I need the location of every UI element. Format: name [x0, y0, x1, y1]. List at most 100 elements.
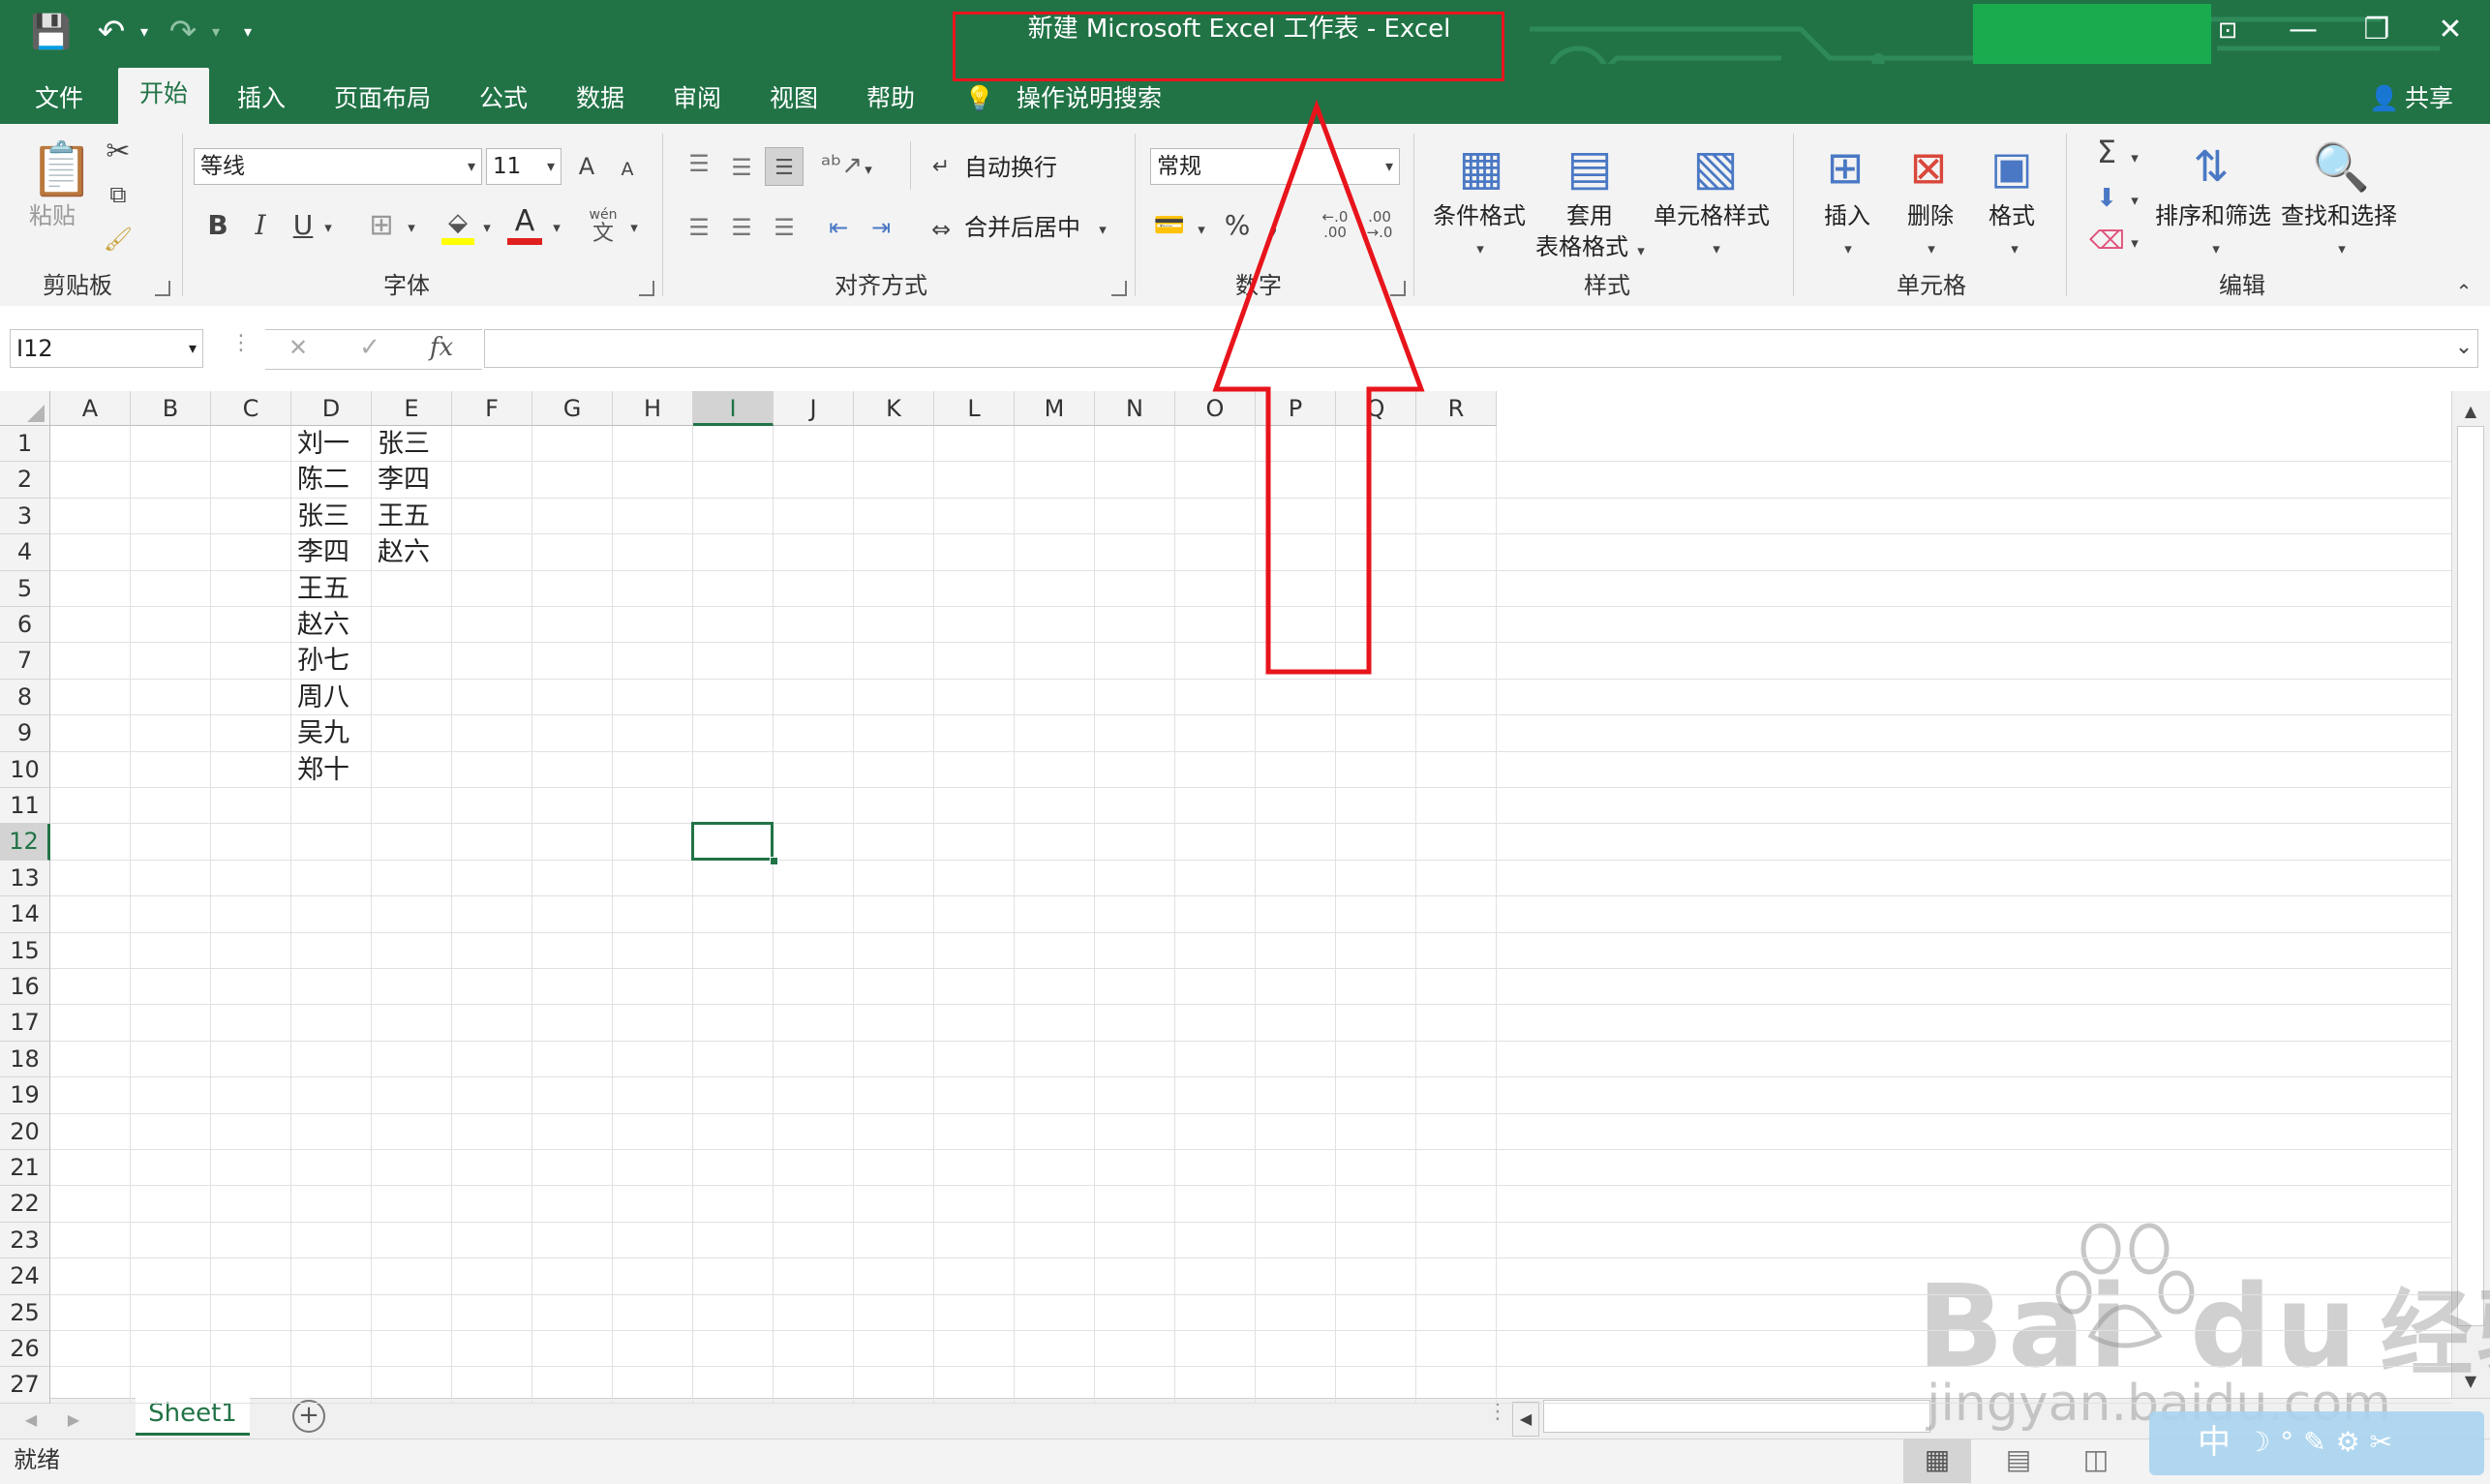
merge-center-button[interactable]: 合并后居中 [964, 213, 1080, 242]
cell-styles-icon[interactable]: ▧ [1685, 136, 1746, 199]
column-header-k[interactable]: K [854, 391, 934, 426]
insert-cells-icon[interactable]: ⊞ [1816, 136, 1874, 199]
autosum-icon[interactable]: Σ [2089, 136, 2124, 168]
redo-dropdown-icon[interactable]: ▾ [205, 10, 227, 54]
row-header-20[interactable]: 20 [0, 1114, 50, 1150]
cut-icon[interactable]: ✂ [101, 136, 136, 168]
column-header-m[interactable]: M [1015, 391, 1095, 426]
minimize-button[interactable]: — [2269, 8, 2337, 52]
collapse-ribbon-icon[interactable]: ⌃ [2449, 275, 2478, 308]
ime-mode-label[interactable]: 中 [2198, 1417, 2231, 1468]
delete-cells-button[interactable]: 删除 [1907, 201, 1954, 230]
italic-button[interactable]: I [246, 209, 275, 242]
column-header-g[interactable]: G [532, 391, 613, 426]
cell-e3[interactable]: 王五 [378, 499, 430, 534]
row-header-6[interactable]: 6 [0, 607, 50, 643]
align-left-icon[interactable]: ☰ [682, 211, 716, 244]
column-header-d[interactable]: D [291, 391, 372, 426]
cell-d2[interactable]: 陈二 [297, 462, 349, 498]
row-header-14[interactable]: 14 [0, 896, 50, 932]
font-name-combo[interactable]: 等线▾ [194, 148, 482, 185]
tab-insert[interactable]: 插入 [223, 76, 300, 122]
grow-font-icon[interactable]: A [573, 150, 600, 183]
prev-sheet-icon[interactable]: ◀ [19, 1404, 43, 1437]
normal-view-icon[interactable]: ▦ [1903, 1439, 1971, 1483]
merge-center-icon[interactable]: ⇔ [927, 213, 955, 246]
fill-color-icon[interactable]: ⬙ [441, 211, 474, 240]
cell-e2[interactable]: 李四 [378, 462, 430, 498]
align-center-icon[interactable]: ☰ [724, 211, 759, 244]
copy-icon[interactable]: ⧉ [101, 178, 136, 211]
row-header-3[interactable]: 3 [0, 499, 50, 534]
page-break-view-icon[interactable]: ◫ [2062, 1439, 2130, 1483]
bold-button[interactable]: B [203, 209, 232, 242]
orientation-dropdown-icon[interactable]: ▾ [860, 153, 877, 186]
format-painter-icon[interactable]: 🖌 [101, 223, 136, 256]
wrap-text-button[interactable]: 自动换行 [964, 153, 1057, 182]
clear-icon[interactable]: ⌫ [2089, 225, 2124, 257]
format-cells-icon[interactable]: ▣ [1983, 136, 2041, 199]
undo-dropdown-icon[interactable]: ▾ [134, 10, 155, 54]
column-header-n[interactable]: N [1095, 391, 1175, 426]
delete-cells-icon[interactable]: ⊠ [1899, 136, 1958, 199]
row-header-9[interactable]: 9 [0, 715, 50, 751]
border-icon[interactable]: ⊞ [362, 209, 401, 242]
cell-styles-dropdown-icon[interactable]: ▾ [1708, 232, 1725, 265]
next-sheet-icon[interactable]: ▶ [62, 1404, 85, 1437]
column-header-h[interactable]: H [613, 391, 693, 426]
sort-dropdown-icon[interactable]: ▾ [2207, 232, 2225, 265]
row-header-16[interactable]: 16 [0, 969, 50, 1005]
row-header-5[interactable]: 5 [0, 571, 50, 607]
tab-view[interactable]: 视图 [755, 76, 833, 122]
font-size-combo[interactable]: 11▾ [486, 148, 562, 185]
column-header-a[interactable]: A [50, 391, 131, 426]
format-as-table-icon[interactable]: ▤ [1559, 136, 1621, 199]
tab-formulas[interactable]: 公式 [465, 76, 542, 122]
merge-dropdown-icon[interactable]: ▾ [1094, 213, 1111, 246]
row-header-26[interactable]: 26 [0, 1331, 50, 1367]
find-select-button[interactable]: 查找和选择 [2281, 201, 2397, 230]
tab-data[interactable]: 数据 [562, 76, 639, 122]
redo-icon[interactable]: ↷ [161, 10, 205, 54]
row-header-10[interactable]: 10 [0, 752, 50, 788]
shrink-font-icon[interactable]: A [614, 153, 641, 186]
border-dropdown-icon[interactable]: ▾ [403, 211, 420, 244]
horizontal-scroll-thumb[interactable] [1543, 1400, 1930, 1433]
accounting-dropdown-icon[interactable]: ▾ [1193, 213, 1210, 246]
column-header-i[interactable]: I [693, 391, 774, 426]
format-table-dropdown-icon[interactable]: ▾ [1632, 234, 1650, 267]
tab-help[interactable]: 帮助 [852, 76, 929, 122]
align-bottom-icon[interactable]: ☰ [765, 147, 804, 186]
row-header-17[interactable]: 17 [0, 1005, 50, 1041]
sheet-tab-sheet1[interactable]: Sheet1 [136, 1394, 250, 1436]
insert-cells-button[interactable]: 插入 [1824, 201, 1870, 230]
conditional-format-button[interactable]: 条件格式 [1433, 201, 1526, 230]
cancel-formula-icon[interactable]: ✕ [281, 331, 316, 364]
page-layout-view-icon[interactable]: ▤ [1985, 1439, 2052, 1483]
row-header-15[interactable]: 15 [0, 933, 50, 969]
column-header-b[interactable]: B [131, 391, 211, 426]
fill-handle[interactable] [770, 857, 778, 865]
font-launcher[interactable] [639, 281, 654, 296]
accounting-format-icon[interactable]: 💳 [1152, 209, 1187, 242]
align-middle-icon[interactable]: ☰ [724, 151, 759, 184]
format-as-table-line2[interactable]: 表格格式 [1535, 232, 1628, 261]
add-sheet-icon[interactable]: + [292, 1400, 325, 1433]
row-header-24[interactable]: 24 [0, 1258, 50, 1294]
clipboard-launcher[interactable] [155, 281, 170, 296]
conditional-dropdown-icon[interactable]: ▾ [1472, 232, 1489, 265]
clear-dropdown-icon[interactable]: ▾ [2126, 227, 2143, 259]
phonetic-dropdown-icon[interactable]: ▾ [625, 211, 643, 244]
scroll-up-icon[interactable]: ▲ [2457, 395, 2484, 428]
align-top-icon[interactable]: ☰ [682, 147, 716, 180]
cell-e1[interactable]: 张三 [378, 426, 430, 462]
enter-formula-icon[interactable]: ✓ [352, 331, 387, 364]
cell-d7[interactable]: 孙七 [297, 643, 349, 679]
cell-d10[interactable]: 郑十 [297, 752, 349, 788]
tell-me-search[interactable]: 操作说明搜索 [1017, 76, 1162, 122]
insert-dropdown-icon[interactable]: ▾ [1839, 232, 1857, 265]
row-header-12[interactable]: 12 [0, 824, 50, 860]
row-header-27[interactable]: 27 [0, 1367, 50, 1403]
wrap-text-icon[interactable]: ↵ [927, 151, 955, 184]
tab-file[interactable]: 文件 [21, 76, 97, 122]
